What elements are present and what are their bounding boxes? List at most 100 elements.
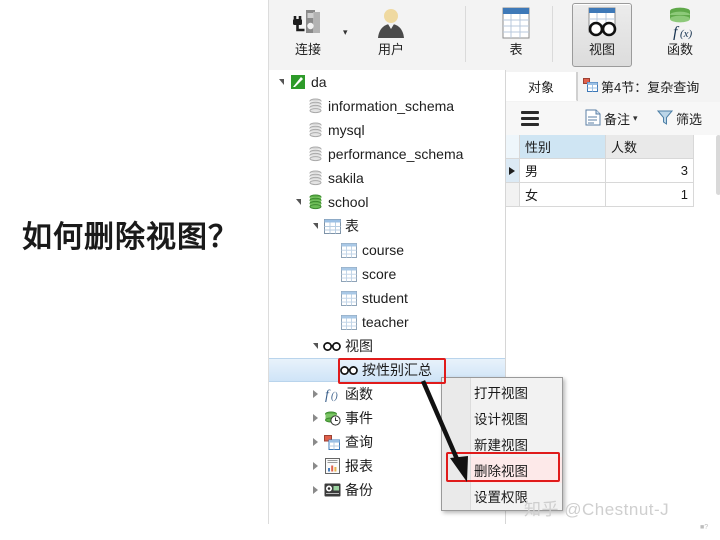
ribbon-button-user[interactable]: 用户	[362, 4, 420, 66]
tab-objects[interactable]: 对象	[505, 72, 577, 101]
tree-node-label: score	[362, 266, 397, 282]
ribbon-label-connect: 连接	[294, 42, 321, 57]
cell-count-1[interactable]: 1	[606, 183, 694, 207]
context-menu-label-open-view: 打开视图	[474, 386, 528, 401]
grid-note-label: 备注	[604, 112, 631, 127]
ribbon-button-table[interactable]: 表	[487, 4, 545, 66]
chevron-expanded-icon[interactable]	[309, 223, 322, 229]
view-glasses-icon	[583, 4, 621, 42]
tree-node-label: 报表	[345, 458, 373, 474]
connection-green-icon	[288, 74, 308, 90]
grid-note-button[interactable]: 备注 ▾	[585, 102, 638, 135]
tree-node-school[interactable]: school	[269, 190, 505, 214]
ribbon-button-view[interactable]: 视图	[572, 3, 632, 67]
grid-filter-label: 筛选	[676, 112, 703, 127]
table-icon	[339, 290, 359, 306]
vertical-scrollbar[interactable]	[716, 135, 720, 195]
tree-node-label: 备份	[345, 482, 373, 498]
function-fx-icon: f()	[322, 386, 342, 402]
chevron-expanded-icon[interactable]	[275, 79, 288, 85]
tree-node-information_schema[interactable]: information_schema	[269, 94, 505, 118]
ribbon-button-function[interactable]: f (x) 函数	[651, 4, 709, 66]
tree-node-label: sakila	[328, 170, 364, 186]
tree-node-da[interactable]: da	[269, 70, 505, 94]
ribbon-button-connect[interactable]: 连接	[279, 4, 337, 66]
ribbon-label-user: 用户	[377, 42, 404, 57]
row-current-indicator	[505, 159, 520, 183]
user-icon	[375, 4, 407, 42]
tab-objects-label: 对象	[527, 79, 554, 95]
row-indicator	[505, 183, 520, 207]
report-icon	[322, 458, 342, 474]
tree-node-course[interactable]: course	[269, 238, 505, 262]
tree-node-label: 视图	[345, 338, 373, 354]
chevron-expanded-icon[interactable]	[309, 343, 322, 349]
context-menu: 打开视图 设计视图 新建视图 删除视图 设置权限	[441, 377, 563, 511]
table-icon	[499, 4, 533, 42]
tree-node-label: performance_schema	[328, 146, 464, 162]
tab-section4-query[interactable]: 第4节：复杂查询	[577, 72, 720, 101]
table-icon	[339, 266, 359, 282]
database-green-icon	[305, 194, 325, 210]
chevron-collapsed-icon[interactable]	[309, 486, 322, 494]
table-folder-icon	[322, 218, 342, 234]
data-grid: 性别 人数 男 3 女 1	[505, 135, 720, 235]
table-row[interactable]: 女 1	[505, 183, 720, 207]
database-gray-icon	[305, 122, 325, 138]
chevron-down-icon[interactable]: ▾	[343, 27, 348, 38]
database-gray-icon	[305, 98, 325, 114]
watermark: 知乎 @Chestnut-J	[524, 500, 670, 519]
table-icon	[339, 242, 359, 258]
context-menu-label-delete-view: 删除视图	[474, 464, 528, 479]
context-menu-label-set-permissions: 设置权限	[474, 490, 528, 505]
svg-text:(): ()	[331, 391, 338, 402]
chevron-expanded-icon[interactable]	[292, 199, 305, 205]
cell-count-0[interactable]: 3	[606, 159, 694, 183]
tree-node-label: student	[362, 290, 408, 306]
tab-bar: 对象 第4节：复杂查询	[505, 70, 720, 103]
tree-node-label: course	[362, 242, 405, 258]
query-table-icon	[583, 78, 598, 95]
view-glasses-icon	[339, 365, 359, 376]
tree-node-视图[interactable]: 视图	[269, 334, 505, 358]
tree-node-score[interactable]: score	[269, 262, 505, 286]
chevron-collapsed-icon[interactable]	[309, 462, 322, 470]
column-header-count[interactable]: 人数	[606, 135, 694, 159]
tree-node-performance_schema[interactable]: performance_schema	[269, 142, 505, 166]
chevron-down-icon-note[interactable]: ▾	[633, 113, 638, 124]
tree-node-表[interactable]: 表	[269, 214, 505, 238]
cell-gender-1[interactable]: 女	[520, 183, 606, 207]
tree-node-mysql[interactable]: mysql	[269, 118, 505, 142]
table-row[interactable]: 男 3	[505, 159, 720, 183]
ribbon-label-view: 视图	[588, 42, 615, 57]
tree-node-label: 事件	[345, 410, 373, 426]
grid-toolbar: 备注 ▾ 筛选	[505, 102, 720, 136]
table-icon	[339, 314, 359, 330]
tree-node-label: 按性别汇总	[362, 362, 432, 378]
context-menu-icon-strip	[442, 378, 471, 510]
tree-node-label: teacher	[362, 314, 409, 330]
tree-node-label: da	[311, 74, 327, 90]
chevron-collapsed-icon[interactable]	[309, 390, 322, 398]
database-gray-icon	[305, 170, 325, 186]
grid-menu-button[interactable]	[521, 102, 539, 135]
svg-text:f: f	[673, 24, 680, 40]
cell-gender-0[interactable]: 男	[520, 159, 606, 183]
tree-node-teacher[interactable]: teacher	[269, 310, 505, 334]
query-table-icon	[322, 434, 342, 450]
tree-node-label: 查询	[345, 434, 373, 450]
ribbon-label-table: 表	[509, 42, 523, 57]
grid-filter-button[interactable]: 筛选	[656, 102, 703, 135]
tree-node-sakila[interactable]: sakila	[269, 166, 505, 190]
screenshot-root: 如何删除视图？ 连接 ▾ 用户 表 视图 f (x) 函数 对象 第4节：复杂查…	[0, 0, 720, 540]
view-glasses-icon	[322, 341, 342, 352]
ribbon-separator	[465, 6, 466, 62]
column-header-gender[interactable]: 性别	[520, 135, 606, 159]
function-fx-icon: f (x)	[663, 4, 697, 42]
database-gray-icon	[305, 146, 325, 162]
context-menu-label-design-view: 设计视图	[474, 412, 528, 427]
chevron-collapsed-icon[interactable]	[309, 438, 322, 446]
tree-node-student[interactable]: student	[269, 286, 505, 310]
connect-server-icon	[291, 4, 325, 42]
chevron-collapsed-icon[interactable]	[309, 414, 322, 422]
